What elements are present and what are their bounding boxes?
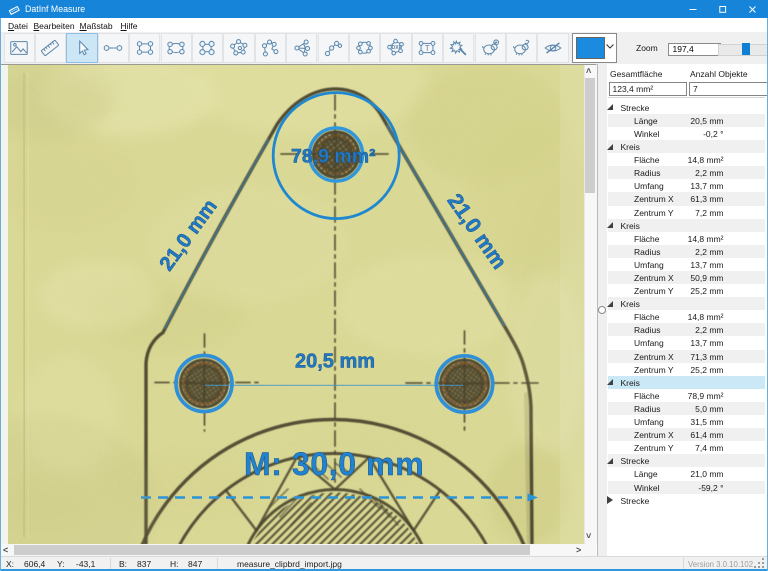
svg-text:T: T — [425, 44, 430, 53]
svg-text:DXF: DXF — [391, 45, 401, 51]
